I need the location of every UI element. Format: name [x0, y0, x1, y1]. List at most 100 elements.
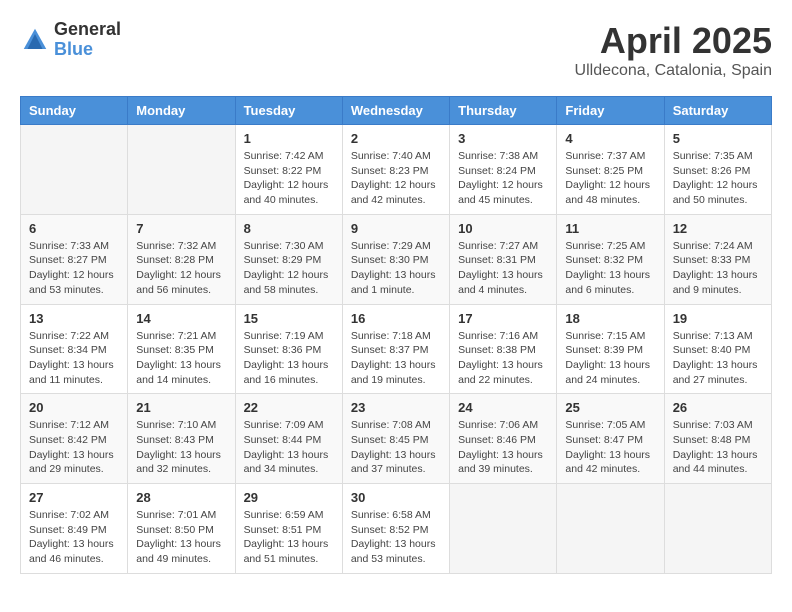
col-tuesday: Tuesday [235, 97, 342, 125]
day-detail: Sunrise: 7:09 AMSunset: 8:44 PMDaylight:… [244, 419, 329, 475]
day-number: 27 [29, 490, 119, 505]
day-number: 14 [136, 311, 226, 326]
calendar-cell-w2-d5: 11 Sunrise: 7:25 AMSunset: 8:32 PMDaylig… [557, 214, 664, 304]
day-number: 15 [244, 311, 334, 326]
day-number: 5 [673, 131, 763, 146]
header: General Blue April 2025 Ulldecona, Catal… [20, 20, 772, 80]
day-number: 12 [673, 221, 763, 236]
calendar-cell-w4-d3: 23 Sunrise: 7:08 AMSunset: 8:45 PMDaylig… [342, 394, 449, 484]
logo-general-text: General [54, 20, 121, 40]
calendar-cell-w3-d1: 14 Sunrise: 7:21 AMSunset: 8:35 PMDaylig… [128, 304, 235, 394]
day-detail: Sunrise: 7:40 AMSunset: 8:23 PMDaylight:… [351, 150, 436, 206]
day-detail: Sunrise: 7:01 AMSunset: 8:50 PMDaylight:… [136, 509, 221, 565]
logo-icon [20, 25, 50, 55]
main-title: April 2025 [575, 20, 772, 62]
calendar-cell-w1-d6: 5 Sunrise: 7:35 AMSunset: 8:26 PMDayligh… [664, 125, 771, 215]
day-number: 10 [458, 221, 548, 236]
week-row-2: 6 Sunrise: 7:33 AMSunset: 8:27 PMDayligh… [21, 214, 772, 304]
title-area: April 2025 Ulldecona, Catalonia, Spain [575, 20, 772, 80]
day-number: 18 [565, 311, 655, 326]
calendar-cell-w1-d2: 1 Sunrise: 7:42 AMSunset: 8:22 PMDayligh… [235, 125, 342, 215]
calendar-cell-w3-d3: 16 Sunrise: 7:18 AMSunset: 8:37 PMDaylig… [342, 304, 449, 394]
week-row-1: 1 Sunrise: 7:42 AMSunset: 8:22 PMDayligh… [21, 125, 772, 215]
calendar-cell-w5-d2: 29 Sunrise: 6:59 AMSunset: 8:51 PMDaylig… [235, 484, 342, 574]
calendar-cell-w3-d2: 15 Sunrise: 7:19 AMSunset: 8:36 PMDaylig… [235, 304, 342, 394]
calendar-cell-w4-d1: 21 Sunrise: 7:10 AMSunset: 8:43 PMDaylig… [128, 394, 235, 484]
subtitle: Ulldecona, Catalonia, Spain [575, 62, 772, 80]
day-detail: Sunrise: 7:25 AMSunset: 8:32 PMDaylight:… [565, 240, 650, 296]
calendar-cell-w5-d5 [557, 484, 664, 574]
day-number: 13 [29, 311, 119, 326]
day-number: 20 [29, 400, 119, 415]
day-number: 1 [244, 131, 334, 146]
day-number: 28 [136, 490, 226, 505]
calendar-cell-w2-d3: 9 Sunrise: 7:29 AMSunset: 8:30 PMDayligh… [342, 214, 449, 304]
day-number: 11 [565, 221, 655, 236]
week-row-4: 20 Sunrise: 7:12 AMSunset: 8:42 PMDaylig… [21, 394, 772, 484]
day-detail: Sunrise: 7:35 AMSunset: 8:26 PMDaylight:… [673, 150, 758, 206]
day-detail: Sunrise: 7:03 AMSunset: 8:48 PMDaylight:… [673, 419, 758, 475]
calendar-table: Sunday Monday Tuesday Wednesday Thursday… [20, 96, 772, 574]
calendar-cell-w5-d3: 30 Sunrise: 6:58 AMSunset: 8:52 PMDaylig… [342, 484, 449, 574]
calendar-cell-w4-d0: 20 Sunrise: 7:12 AMSunset: 8:42 PMDaylig… [21, 394, 128, 484]
day-detail: Sunrise: 7:24 AMSunset: 8:33 PMDaylight:… [673, 240, 758, 296]
day-number: 24 [458, 400, 548, 415]
day-detail: Sunrise: 7:13 AMSunset: 8:40 PMDaylight:… [673, 330, 758, 386]
day-number: 23 [351, 400, 441, 415]
day-number: 6 [29, 221, 119, 236]
calendar-cell-w1-d5: 4 Sunrise: 7:37 AMSunset: 8:25 PMDayligh… [557, 125, 664, 215]
day-number: 7 [136, 221, 226, 236]
logo: General Blue [20, 20, 121, 60]
day-detail: Sunrise: 7:21 AMSunset: 8:35 PMDaylight:… [136, 330, 221, 386]
calendar-cell-w3-d5: 18 Sunrise: 7:15 AMSunset: 8:39 PMDaylig… [557, 304, 664, 394]
day-number: 2 [351, 131, 441, 146]
day-detail: Sunrise: 7:06 AMSunset: 8:46 PMDaylight:… [458, 419, 543, 475]
calendar-cell-w5-d0: 27 Sunrise: 7:02 AMSunset: 8:49 PMDaylig… [21, 484, 128, 574]
day-detail: Sunrise: 7:15 AMSunset: 8:39 PMDaylight:… [565, 330, 650, 386]
calendar-cell-w4-d5: 25 Sunrise: 7:05 AMSunset: 8:47 PMDaylig… [557, 394, 664, 484]
col-monday: Monday [128, 97, 235, 125]
day-detail: Sunrise: 7:19 AMSunset: 8:36 PMDaylight:… [244, 330, 329, 386]
calendar-cell-w1-d3: 2 Sunrise: 7:40 AMSunset: 8:23 PMDayligh… [342, 125, 449, 215]
col-friday: Friday [557, 97, 664, 125]
week-row-5: 27 Sunrise: 7:02 AMSunset: 8:49 PMDaylig… [21, 484, 772, 574]
day-detail: Sunrise: 7:30 AMSunset: 8:29 PMDaylight:… [244, 240, 329, 296]
calendar-cell-w2-d4: 10 Sunrise: 7:27 AMSunset: 8:31 PMDaylig… [450, 214, 557, 304]
calendar-cell-w2-d2: 8 Sunrise: 7:30 AMSunset: 8:29 PMDayligh… [235, 214, 342, 304]
day-number: 17 [458, 311, 548, 326]
calendar-cell-w1-d1 [128, 125, 235, 215]
day-number: 25 [565, 400, 655, 415]
week-row-3: 13 Sunrise: 7:22 AMSunset: 8:34 PMDaylig… [21, 304, 772, 394]
day-number: 21 [136, 400, 226, 415]
day-number: 19 [673, 311, 763, 326]
calendar-cell-w3-d6: 19 Sunrise: 7:13 AMSunset: 8:40 PMDaylig… [664, 304, 771, 394]
header-row: Sunday Monday Tuesday Wednesday Thursday… [21, 97, 772, 125]
calendar-cell-w1-d0 [21, 125, 128, 215]
day-number: 30 [351, 490, 441, 505]
day-number: 29 [244, 490, 334, 505]
calendar-cell-w3-d4: 17 Sunrise: 7:16 AMSunset: 8:38 PMDaylig… [450, 304, 557, 394]
calendar-cell-w4-d6: 26 Sunrise: 7:03 AMSunset: 8:48 PMDaylig… [664, 394, 771, 484]
day-detail: Sunrise: 6:58 AMSunset: 8:52 PMDaylight:… [351, 509, 436, 565]
calendar-cell-w5-d6 [664, 484, 771, 574]
calendar-cell-w5-d1: 28 Sunrise: 7:01 AMSunset: 8:50 PMDaylig… [128, 484, 235, 574]
day-detail: Sunrise: 6:59 AMSunset: 8:51 PMDaylight:… [244, 509, 329, 565]
day-number: 16 [351, 311, 441, 326]
logo-text: General Blue [54, 20, 121, 60]
day-number: 26 [673, 400, 763, 415]
day-detail: Sunrise: 7:12 AMSunset: 8:42 PMDaylight:… [29, 419, 114, 475]
day-number: 22 [244, 400, 334, 415]
calendar-cell-w2-d1: 7 Sunrise: 7:32 AMSunset: 8:28 PMDayligh… [128, 214, 235, 304]
col-wednesday: Wednesday [342, 97, 449, 125]
day-detail: Sunrise: 7:33 AMSunset: 8:27 PMDaylight:… [29, 240, 114, 296]
day-number: 8 [244, 221, 334, 236]
calendar-cell-w2-d6: 12 Sunrise: 7:24 AMSunset: 8:33 PMDaylig… [664, 214, 771, 304]
col-thursday: Thursday [450, 97, 557, 125]
day-number: 9 [351, 221, 441, 236]
day-detail: Sunrise: 7:08 AMSunset: 8:45 PMDaylight:… [351, 419, 436, 475]
col-saturday: Saturday [664, 97, 771, 125]
day-detail: Sunrise: 7:05 AMSunset: 8:47 PMDaylight:… [565, 419, 650, 475]
day-detail: Sunrise: 7:32 AMSunset: 8:28 PMDaylight:… [136, 240, 221, 296]
day-detail: Sunrise: 7:29 AMSunset: 8:30 PMDaylight:… [351, 240, 436, 296]
calendar-cell-w4-d4: 24 Sunrise: 7:06 AMSunset: 8:46 PMDaylig… [450, 394, 557, 484]
